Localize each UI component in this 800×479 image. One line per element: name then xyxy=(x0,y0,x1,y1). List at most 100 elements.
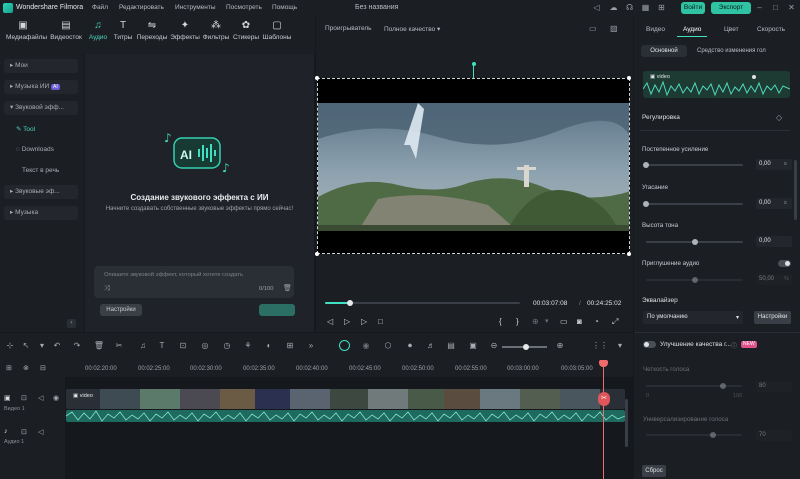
keyframe-icon[interactable]: ◇ xyxy=(776,113,782,122)
link-icon[interactable]: ⊗ xyxy=(23,364,29,372)
prev-frame-icon[interactable]: ◁ xyxy=(327,317,333,326)
maximize-icon[interactable]: □ xyxy=(770,3,781,13)
announcement-icon[interactable]: ◁ xyxy=(591,3,602,13)
mark-icon[interactable]: ▤ xyxy=(445,341,457,350)
video-lock-icon[interactable]: ⊡ xyxy=(21,394,27,402)
color-match-icon[interactable]: ◎ xyxy=(199,341,211,350)
tab-color[interactable]: Цвет xyxy=(724,26,739,33)
fade-out-slider[interactable] xyxy=(646,203,743,205)
sound-prompt-input[interactable] xyxy=(94,266,294,298)
undo-icon[interactable]: ↶ xyxy=(51,341,63,350)
video-visibility-icon[interactable]: ◉ xyxy=(53,394,59,402)
menu-edit[interactable]: Редактировать xyxy=(119,4,164,11)
tab-media[interactable]: ▣ Медиафайлы xyxy=(6,20,47,41)
select-icon[interactable]: ↖ xyxy=(20,341,32,350)
fade-in-knob[interactable] xyxy=(643,162,649,168)
fade-in-slider[interactable] xyxy=(646,164,743,166)
ai-settings-button[interactable]: Настройки xyxy=(100,304,142,316)
ducking-knob[interactable] xyxy=(691,277,698,283)
ai-tool-icon[interactable]: ⚘ xyxy=(242,341,254,350)
menu-help[interactable]: Помощь xyxy=(272,4,297,11)
track-layout-icon[interactable]: ⋮⋮ xyxy=(592,341,608,350)
resize-handle-tr[interactable] xyxy=(627,76,631,80)
zoom-knob[interactable] xyxy=(523,344,529,350)
audio-adjust-icon[interactable]: ♫ xyxy=(137,341,149,350)
shuffle-icon[interactable]: ⤨ xyxy=(104,285,110,293)
more-tools-icon[interactable]: » xyxy=(305,341,317,350)
music-mix-icon[interactable]: ♬ xyxy=(425,341,437,350)
stop-icon[interactable]: □ xyxy=(378,317,383,326)
tab-templates[interactable]: ▢ Шаблоны xyxy=(260,20,294,41)
sidebar-item-music[interactable]: ▸ Музыка xyxy=(4,206,78,220)
menu-file[interactable]: Файл xyxy=(92,4,108,11)
split-marker-icon[interactable]: ✂ xyxy=(598,392,610,406)
tab-stock-video[interactable]: ▤ Видеосток xyxy=(49,20,83,41)
equalizer-preset-select[interactable]: По умолчанию ▾ xyxy=(643,311,743,324)
shield-icon[interactable]: ⬡ xyxy=(382,341,394,350)
help-icon[interactable]: ⓘ xyxy=(731,341,737,350)
tab-filters[interactable]: ⁂ Фильтры xyxy=(199,20,233,41)
insert-icon[interactable]: ⊕ xyxy=(532,317,539,326)
tab-audio-props[interactable]: Аудио xyxy=(683,26,701,33)
audio-mute-icon[interactable]: ◁ xyxy=(38,428,43,436)
tab-transitions[interactable]: ⇋ Переходы xyxy=(135,20,169,41)
sidebar-subitem-tool[interactable]: ✎ Tool xyxy=(16,125,35,133)
pitch-knob[interactable] xyxy=(691,239,698,245)
voice-univ-value[interactable]: 70 xyxy=(756,430,792,441)
zoom-out-icon[interactable]: ⊖ xyxy=(488,341,500,350)
step-back-icon[interactable]: ▷ xyxy=(344,317,350,326)
crop-icon[interactable]: ⊡ xyxy=(177,341,189,350)
playhead-line[interactable] xyxy=(603,360,604,479)
tab-effects[interactable]: ✦ Эффекты xyxy=(168,20,202,41)
waveform-marker[interactable] xyxy=(752,75,756,79)
add-track-icon[interactable]: ⊞ xyxy=(6,364,12,372)
playhead-handle[interactable] xyxy=(599,360,608,367)
subtab-voice-changer[interactable]: Средство изменения гол xyxy=(697,48,766,54)
color-icon[interactable]: ◐ xyxy=(263,341,275,350)
timeline-scrollbar[interactable] xyxy=(625,399,628,447)
render-icon[interactable] xyxy=(339,340,350,351)
resize-handle-br[interactable] xyxy=(627,252,631,256)
text-tool-icon[interactable]: T xyxy=(156,341,168,350)
sidebar-item-tts[interactable]: Текст в речь xyxy=(16,164,78,178)
delete-icon[interactable]: 🗑 xyxy=(93,341,105,350)
pitch-value[interactable]: 0,00 xyxy=(756,236,792,247)
sidebar-subitem-downloads[interactable]: ◌ Downloads xyxy=(16,146,54,153)
minimize-icon[interactable]: – xyxy=(754,3,765,13)
lock-all-icon[interactable]: ⊟ xyxy=(40,364,46,372)
voice-clarity-knob[interactable] xyxy=(719,383,726,389)
redo-icon[interactable]: ↷ xyxy=(71,341,83,350)
tab-stickers[interactable]: ✿ Стикеры xyxy=(229,20,263,41)
sidebar-item-mine[interactable]: ▸ Мои xyxy=(4,59,78,73)
speaker-icon[interactable]: ◔ xyxy=(594,317,599,326)
properties-scrollbar[interactable] xyxy=(794,160,797,220)
voice-clarity-slider[interactable] xyxy=(646,385,742,387)
play-icon[interactable]: ▷ xyxy=(361,317,367,326)
display-icon[interactable]: ▭ xyxy=(589,24,597,33)
mark-out-icon[interactable]: } xyxy=(516,317,519,326)
stabilize-icon[interactable]: ⊞ xyxy=(284,341,296,350)
menu-tools[interactable]: Инструменты xyxy=(175,4,216,11)
tab-video[interactable]: Видео xyxy=(646,26,665,33)
generate-button[interactable] xyxy=(259,304,295,316)
headset-icon[interactable]: ☊ xyxy=(624,3,635,13)
sidebar-item-ai-music[interactable]: ▸ Музыка ИИ AI xyxy=(4,80,78,94)
fullscreen-icon[interactable]: ⤢ xyxy=(612,317,618,327)
login-button[interactable]: Войти xyxy=(681,2,705,14)
sidebar-item-sound-effects[interactable]: ▾ Звуковой эфф... xyxy=(4,101,78,115)
ducking-toggle[interactable] xyxy=(778,260,791,267)
fade-out-knob[interactable] xyxy=(643,201,649,207)
resize-handle-bl[interactable] xyxy=(315,252,319,256)
dropdown-icon[interactable]: ▾ xyxy=(36,341,48,350)
close-icon[interactable]: ✕ xyxy=(786,3,797,13)
dropdown-arrow-icon[interactable]: ▾ xyxy=(545,317,549,325)
grid-icon[interactable]: ⊞ xyxy=(656,3,667,13)
picture-in-picture-icon[interactable]: ▣ xyxy=(467,341,479,350)
monitor-icon[interactable]: ▭ xyxy=(560,317,568,326)
camera-icon[interactable]: ◙ xyxy=(577,317,582,326)
cloud-icon[interactable]: ☁ xyxy=(608,3,619,13)
audio-lock-icon[interactable]: ⊡ xyxy=(21,428,27,436)
export-button[interactable]: Экспорт xyxy=(711,2,751,14)
cut-icon[interactable]: ✂ xyxy=(113,341,125,350)
collapse-sidebar-icon[interactable]: ‹ xyxy=(67,319,76,328)
